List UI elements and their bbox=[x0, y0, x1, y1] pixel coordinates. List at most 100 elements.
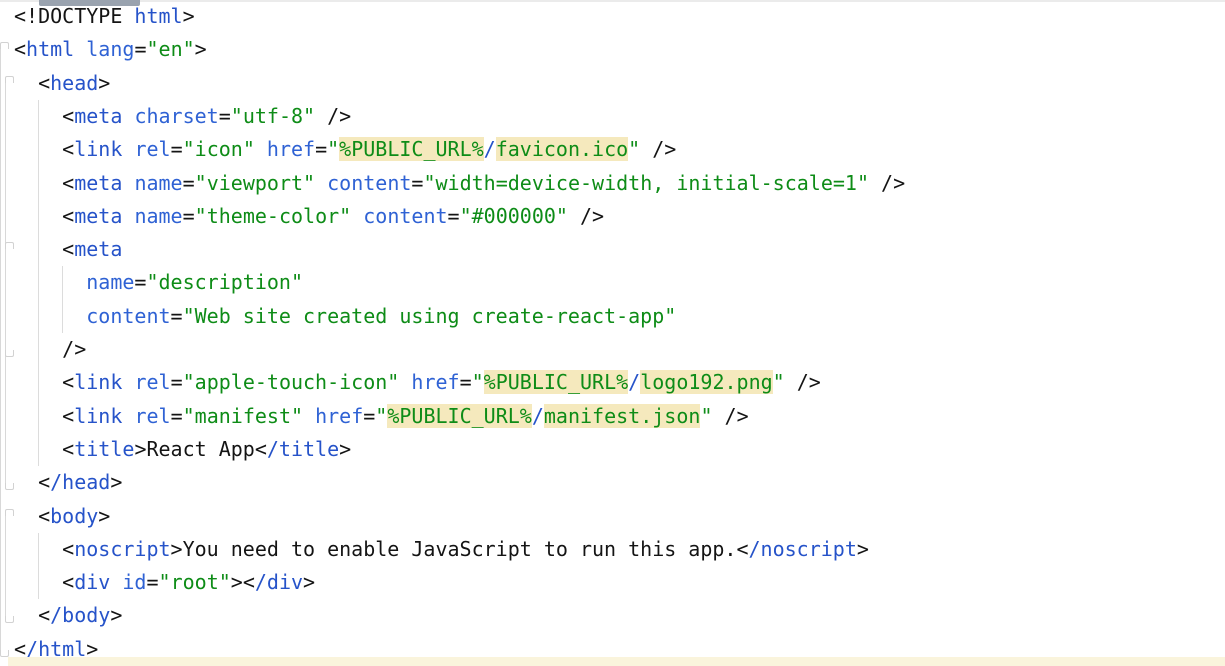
code-token-sl: / bbox=[532, 404, 544, 428]
code-token-pln bbox=[399, 370, 411, 394]
code-token-str: "Web site created using create-react-app… bbox=[183, 304, 677, 328]
code-line[interactable]: <meta bbox=[14, 233, 1225, 266]
code-token-tag: link bbox=[74, 137, 122, 161]
code-token-str: "icon" bbox=[183, 137, 255, 161]
code-token-tag: title bbox=[74, 437, 134, 461]
code-token-pln: > bbox=[195, 37, 207, 61]
code-token-str: " bbox=[472, 370, 484, 394]
code-token-pln: = bbox=[171, 304, 183, 328]
code-token-str: " bbox=[375, 404, 387, 428]
code-line[interactable]: </head> bbox=[14, 466, 1225, 499]
code-token-pln bbox=[255, 137, 267, 161]
code-token-inj: %PUBLIC_URL% bbox=[484, 370, 629, 394]
code-token-pln: = bbox=[183, 204, 195, 228]
code-token-pln: < bbox=[14, 603, 50, 627]
code-token-str: "root" bbox=[159, 570, 231, 594]
code-token-pln bbox=[14, 270, 86, 294]
code-token-tag: body bbox=[50, 504, 98, 528]
code-token-tag: /head bbox=[50, 470, 110, 494]
code-token-pln: > bbox=[857, 537, 869, 561]
code-token-tag: meta bbox=[74, 104, 122, 128]
code-token-pln bbox=[14, 304, 86, 328]
code-token-pln bbox=[122, 370, 134, 394]
code-token-tag: /body bbox=[50, 603, 110, 627]
code-token-pln: < bbox=[14, 404, 74, 428]
code-line[interactable]: <meta name="viewport" content="width=dev… bbox=[14, 167, 1225, 200]
code-token-pln: < bbox=[14, 137, 74, 161]
code-token-str: " bbox=[700, 404, 712, 428]
code-token-pln bbox=[110, 570, 122, 594]
bottom-strip bbox=[8, 657, 1225, 666]
code-line[interactable]: <link rel="icon" href="%PUBLIC_URL%/favi… bbox=[14, 133, 1225, 166]
code-token-pln: >React App< bbox=[134, 437, 266, 461]
code-token-pln: >You need to enable JavaScript to run th… bbox=[171, 537, 749, 561]
code-token-pln: < bbox=[14, 171, 74, 195]
code-line[interactable]: <meta name="theme-color" content="#00000… bbox=[14, 200, 1225, 233]
code-token-str: " bbox=[773, 370, 785, 394]
code-token-att: rel bbox=[134, 370, 170, 394]
code-token-pln: /> bbox=[640, 137, 676, 161]
code-token-pln bbox=[122, 204, 134, 228]
code-editor: <!DOCTYPE html><html lang="en"> <head> <… bbox=[0, 0, 1225, 666]
code-token-att: rel bbox=[134, 404, 170, 428]
code-token-att: href bbox=[315, 404, 363, 428]
code-token-tag: html bbox=[26, 37, 74, 61]
code-token-att: content bbox=[363, 204, 447, 228]
code-token-att: href bbox=[411, 370, 459, 394]
code-token-tag: /noscript bbox=[749, 537, 857, 561]
code-line[interactable]: <noscript>You need to enable JavaScript … bbox=[14, 533, 1225, 566]
code-line[interactable]: name="description" bbox=[14, 266, 1225, 299]
code-token-pln: < bbox=[14, 204, 74, 228]
code-token-str: "manifest" bbox=[183, 404, 303, 428]
code-line[interactable]: <link rel="apple-touch-icon" href="%PUBL… bbox=[14, 366, 1225, 399]
code-line[interactable]: <div id="root"></div> bbox=[14, 566, 1225, 599]
code-token-pln: = bbox=[183, 171, 195, 195]
code-token-att: id bbox=[122, 570, 146, 594]
code-line[interactable]: <link rel="manifest" href="%PUBLIC_URL%/… bbox=[14, 400, 1225, 433]
code-line[interactable]: <body> bbox=[14, 500, 1225, 533]
code-token-pln: < bbox=[14, 370, 74, 394]
code-token-pln: /> bbox=[785, 370, 821, 394]
code-token-tag: /title bbox=[267, 437, 339, 461]
code-token-pln: > bbox=[183, 4, 195, 28]
code-token-tag: meta bbox=[74, 171, 122, 195]
code-token-att: charset bbox=[134, 104, 218, 128]
code-token-pln: < bbox=[14, 104, 74, 128]
code-token-pln: = bbox=[219, 104, 231, 128]
code-token-pln: < bbox=[14, 437, 74, 461]
code-token-pln bbox=[122, 104, 134, 128]
code-token-sl: / bbox=[484, 137, 496, 161]
code-line[interactable]: <!DOCTYPE html> bbox=[14, 0, 1225, 33]
code-token-pln: < bbox=[14, 237, 74, 261]
code-token-pln: = bbox=[411, 171, 423, 195]
code-token-pln: /> bbox=[315, 104, 351, 128]
code-token-pln: > bbox=[110, 603, 122, 627]
code-line[interactable]: <html lang="en"> bbox=[14, 33, 1225, 66]
code-token-str: "width=device-width, initial-scale=1" bbox=[423, 171, 869, 195]
code-token-tag: link bbox=[74, 404, 122, 428]
code-token-pln: /> bbox=[869, 171, 905, 195]
code-token-tag: head bbox=[50, 71, 98, 95]
code-line[interactable]: <meta charset="utf-8" /> bbox=[14, 100, 1225, 133]
code-line[interactable]: <head> bbox=[14, 67, 1225, 100]
code-token-tag: meta bbox=[74, 204, 122, 228]
code-token-pln: = bbox=[171, 370, 183, 394]
code-token-inj: %PUBLIC_URL% bbox=[339, 137, 484, 161]
code-token-pln bbox=[122, 171, 134, 195]
code-line[interactable]: content="Web site created using create-r… bbox=[14, 300, 1225, 333]
code-line[interactable]: </body> bbox=[14, 599, 1225, 632]
code-token-pln: /> bbox=[14, 337, 86, 361]
code-token-pln: >< bbox=[231, 570, 255, 594]
code-token-pln: > bbox=[98, 71, 110, 95]
code-token-pln: <!DOCTYPE bbox=[14, 4, 134, 28]
code-token-pln: /> bbox=[712, 404, 748, 428]
code-line[interactable]: <title>React App</title> bbox=[14, 433, 1225, 466]
code-token-att: content bbox=[86, 304, 170, 328]
code-token-str: "apple-touch-icon" bbox=[183, 370, 400, 394]
code-token-pln: < bbox=[14, 504, 50, 528]
code-token-att: name bbox=[134, 204, 182, 228]
code-token-pln bbox=[74, 37, 86, 61]
code-token-att: rel bbox=[134, 137, 170, 161]
code-line[interactable]: /> bbox=[14, 333, 1225, 366]
code-token-pln: < bbox=[14, 470, 50, 494]
